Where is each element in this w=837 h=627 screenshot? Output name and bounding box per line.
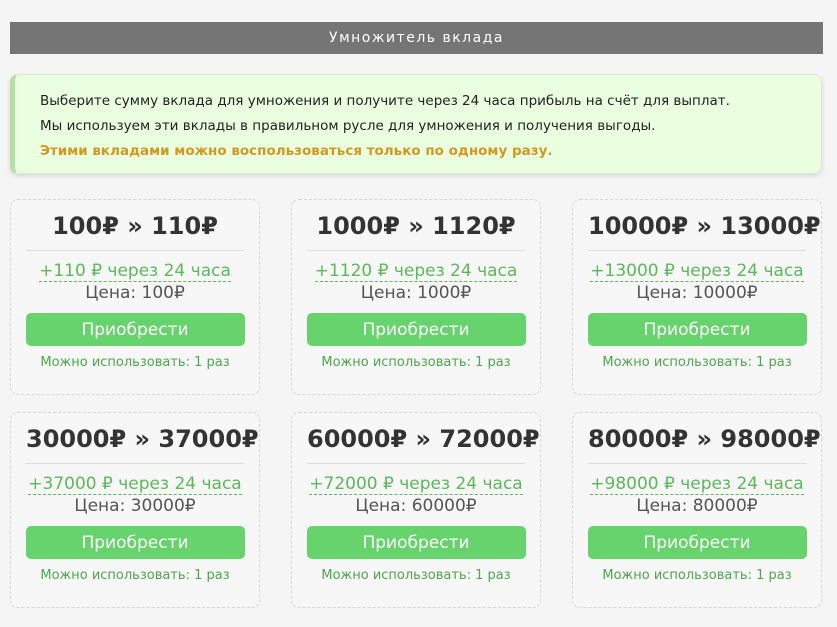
notice-warning: Этими вкладами можно воспользоваться тол… bbox=[40, 143, 553, 159]
card-uses: Можно использовать: 1 раз bbox=[602, 568, 792, 583]
notice-line-2: Мы используем эти вклады в правильном ру… bbox=[40, 118, 656, 134]
card-title: 30000₽ » 37000₽ bbox=[26, 425, 259, 464]
card-price: Цена: 80000₽ bbox=[636, 496, 758, 516]
buy-button[interactable]: Приобрести bbox=[587, 526, 807, 559]
card-title: 100₽ » 110₽ bbox=[26, 212, 244, 251]
deposit-card-80000: 80000₽ » 98000₽ +98000 ₽ через 24 часа Ц… bbox=[572, 412, 822, 608]
card-title: 60000₽ » 72000₽ bbox=[307, 425, 540, 464]
card-price: Цена: 60000₽ bbox=[355, 496, 477, 516]
card-price: Цена: 10000₽ bbox=[636, 283, 758, 303]
card-uses: Можно использовать: 1 раз bbox=[40, 568, 230, 583]
card-profit: +37000 ₽ через 24 часа bbox=[28, 474, 242, 495]
buy-button[interactable]: Приобрести bbox=[306, 313, 526, 346]
notice-line-1: Выберите сумму вклада для умножения и по… bbox=[40, 93, 730, 109]
card-price: Цена: 30000₽ bbox=[74, 496, 196, 516]
deposit-card-100: 100₽ » 110₽ +110 ₽ через 24 часа Цена: 1… bbox=[10, 199, 260, 395]
buy-button[interactable]: Приобрести bbox=[587, 313, 807, 346]
card-uses: Можно использовать: 1 раз bbox=[602, 355, 792, 370]
page-header: Умножитель вклада bbox=[10, 22, 823, 54]
card-profit: +72000 ₽ через 24 часа bbox=[309, 474, 523, 495]
card-title: 80000₽ » 98000₽ bbox=[588, 425, 821, 464]
deposit-card-1000: 1000₽ » 1120₽ +1120 ₽ через 24 часа Цена… bbox=[291, 199, 541, 395]
card-uses: Можно использовать: 1 раз bbox=[321, 355, 511, 370]
info-notice: Выберите сумму вклада для умножения и по… bbox=[10, 74, 822, 174]
card-uses: Можно использовать: 1 раз bbox=[321, 568, 511, 583]
card-price: Цена: 100₽ bbox=[85, 283, 185, 303]
card-price: Цена: 1000₽ bbox=[360, 283, 472, 303]
deposit-card-30000: 30000₽ » 37000₽ +37000 ₽ через 24 часа Ц… bbox=[10, 412, 260, 608]
card-title: 10000₽ » 13000₽ bbox=[588, 212, 821, 251]
card-title: 1000₽ » 1120₽ bbox=[307, 212, 525, 251]
deposit-card-10000: 10000₽ » 13000₽ +13000 ₽ через 24 часа Ц… bbox=[572, 199, 822, 395]
card-profit: +110 ₽ через 24 часа bbox=[39, 261, 231, 282]
card-profit: +1120 ₽ через 24 часа bbox=[314, 261, 518, 282]
buy-button[interactable]: Приобрести bbox=[306, 526, 526, 559]
deposit-card-60000: 60000₽ » 72000₽ +72000 ₽ через 24 часа Ц… bbox=[291, 412, 541, 608]
buy-button[interactable]: Приобрести bbox=[25, 526, 245, 559]
card-profit: +98000 ₽ через 24 часа bbox=[590, 474, 804, 495]
card-uses: Можно использовать: 1 раз bbox=[40, 355, 230, 370]
buy-button[interactable]: Приобрести bbox=[25, 313, 245, 346]
page-title: Умножитель вклада bbox=[329, 30, 504, 46]
card-profit: +13000 ₽ через 24 часа bbox=[590, 261, 804, 282]
